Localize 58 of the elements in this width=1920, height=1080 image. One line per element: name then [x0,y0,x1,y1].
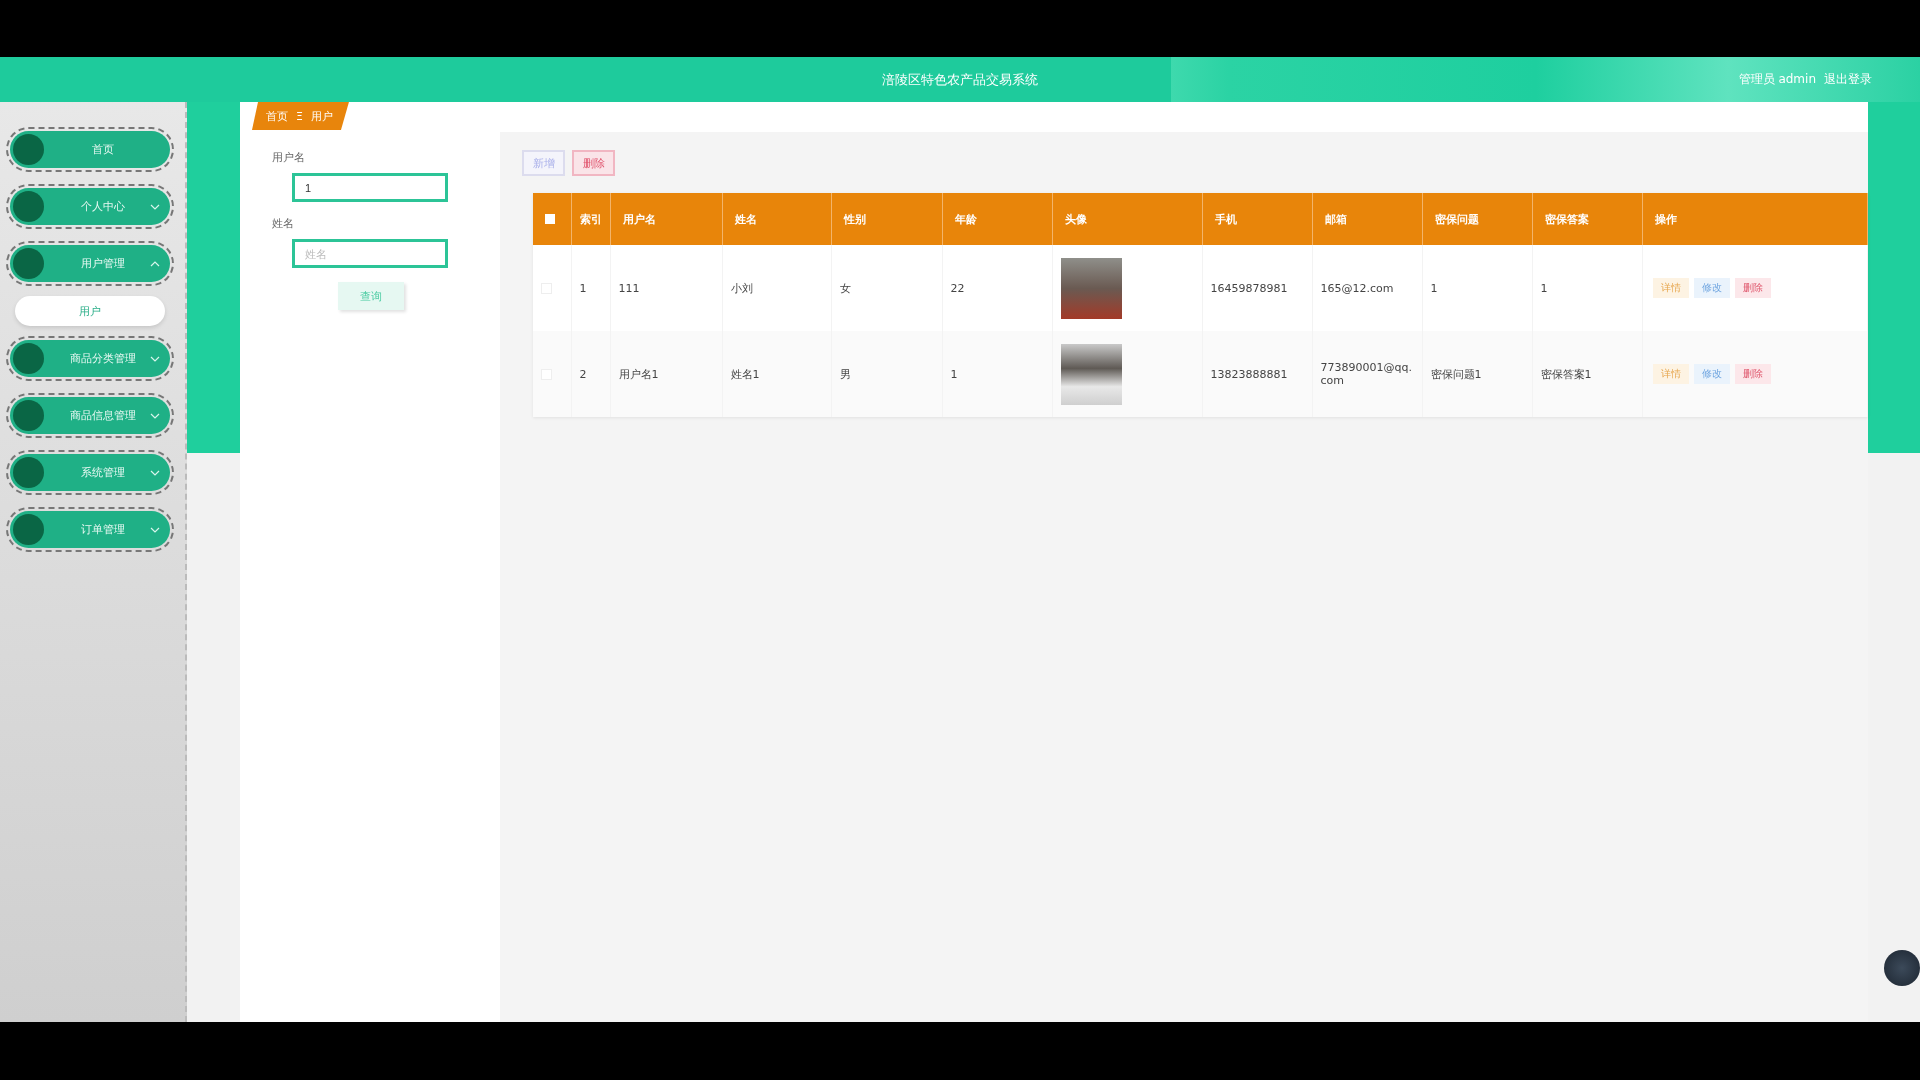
photo-placeholder [1060,257,1122,319]
column-header: 手机 [1214,212,1237,226]
table-cell: 姓名1 [730,367,760,381]
search-field[interactable]: 姓名 [292,239,448,268]
floating-circle-icon[interactable] [1884,950,1920,986]
select-all-checkbox[interactable] [545,214,555,224]
logout-link[interactable]: 退出登录 [1824,71,1872,88]
column-header: 姓名 [734,212,757,226]
column-header: 头像 [1064,212,1087,226]
delete-button[interactable]: 删除 [572,150,615,176]
table-cell: 16459878981 [1210,281,1288,295]
table-cell: 165@12.com [1320,281,1394,295]
circle-icon [13,514,44,545]
row-action-button[interactable]: 详情 [1652,278,1689,298]
table-cell: 22 [950,281,965,295]
table-cell: 1 [950,367,958,381]
table-cell: 密保问题1 [1430,367,1482,381]
column-header: 性别 [843,212,866,226]
column-header: 密保问题 [1434,212,1479,226]
add-button[interactable]: 新增 [522,150,565,176]
system-title: 涪陵区特色农产品交易系统 [882,70,1038,89]
field-label: 用户名 [272,150,305,165]
table-cell: 2 [579,367,587,381]
row-action-button[interactable]: 修改 [1693,278,1730,298]
circle-icon [13,248,44,279]
table-cell: 13823888881 [1210,367,1288,381]
column-header: 索引 [579,212,602,226]
circle-icon [13,134,44,165]
breadcrumb: 首页 Ξ 用户 [252,102,349,130]
column-header: 年龄 [954,212,977,226]
row-action-button[interactable]: 删除 [1734,278,1771,298]
table-cell: 密保答案1 [1540,367,1592,381]
column-header: 操作 [1654,212,1677,226]
column-header: 密保答案 [1544,212,1589,226]
circle-icon [13,343,44,374]
row-action-button[interactable]: 删除 [1734,364,1771,384]
table-cell: 1 [1540,281,1548,295]
column-header: 邮箱 [1324,212,1347,226]
circle-icon [13,457,44,488]
table-cell: 773890001@qq.com [1320,361,1412,387]
table-cell: 1 [1430,281,1438,295]
sidebar-subitem[interactable]: 用户 [15,296,165,326]
column-header: 用户名 [622,212,656,226]
table-cell: 小刘 [730,281,753,295]
search-field[interactable]: 1 [292,173,448,202]
field-label: 姓名 [272,216,294,231]
row-action-button[interactable]: 详情 [1652,364,1689,384]
table-cell: 111 [618,281,640,295]
query-button[interactable]: 查询 [338,282,404,310]
circle-icon [13,191,44,222]
row-action-button[interactable]: 修改 [1693,364,1730,384]
circle-icon [13,400,44,431]
admin-label: 管理员 admin [1738,71,1816,88]
table-cell: 用户名1 [618,367,659,381]
photo-placeholder [1060,343,1122,405]
table-cell: 男 [839,367,851,381]
table-cell: 女 [839,281,851,295]
table-cell: 1 [579,281,587,295]
